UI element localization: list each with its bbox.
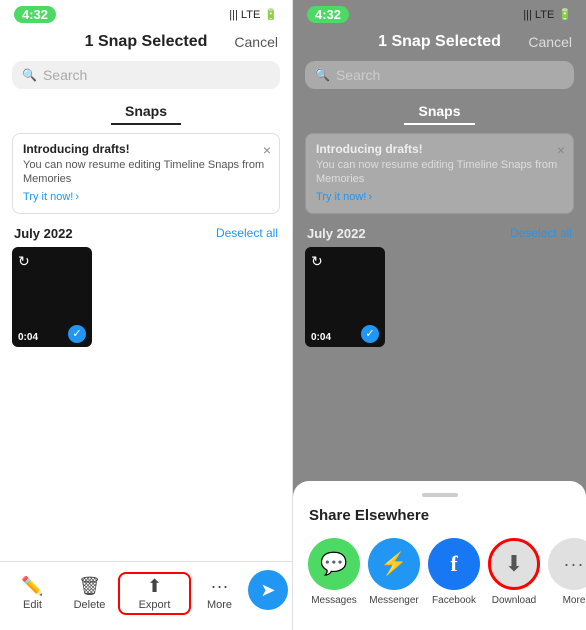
toolbar-left: ✏️ Edit 🗑 Delete ⬆ Export ··· More ➤ bbox=[0, 561, 292, 630]
left-panel: 4:32 ||| LTE 🔋 1 Snap Selected Cancel 🔍 … bbox=[0, 0, 293, 630]
notice-close-left[interactable]: × bbox=[263, 142, 271, 158]
snap-duration-left: 0:04 bbox=[18, 332, 38, 343]
battery-icon-right: 🔋 bbox=[558, 8, 572, 21]
messenger-icon: ⚡ bbox=[368, 538, 420, 590]
share-icons-row: 💬 Messages ⚡ Messenger f Facebook ⬇ bbox=[309, 538, 570, 606]
download-icon: ⬇ bbox=[488, 538, 540, 590]
notice-card-left: × Introducing drafts! You can now resume… bbox=[12, 133, 280, 214]
notice-link-right[interactable]: Try it now! › bbox=[316, 191, 372, 203]
status-bar-left: 4:32 ||| LTE 🔋 bbox=[0, 0, 292, 27]
signal-icon-left: ||| LTE bbox=[229, 9, 260, 21]
deselect-all-right[interactable]: Deselect all bbox=[510, 226, 572, 240]
tabs-right: Snaps bbox=[293, 93, 586, 127]
search-icon-left: 🔍 bbox=[22, 68, 37, 82]
notice-body-right: You can now resume editing Timeline Snap… bbox=[316, 158, 563, 187]
cancel-button-left[interactable]: Cancel bbox=[234, 34, 278, 50]
snap-check-left bbox=[68, 325, 86, 343]
notice-link-left[interactable]: Try it now! › bbox=[23, 191, 79, 203]
snap-refresh-right: ↻ bbox=[311, 253, 323, 270]
share-sheet: Share Elsewhere 💬 Messages ⚡ Messenger f… bbox=[293, 481, 586, 630]
section-header-left: July 2022 Deselect all bbox=[0, 220, 292, 247]
snap-refresh-left: ↻ bbox=[18, 253, 30, 270]
section-title-right: July 2022 bbox=[307, 226, 366, 241]
search-bar-left[interactable]: 🔍 Search bbox=[12, 61, 280, 89]
search-icon-right: 🔍 bbox=[315, 68, 330, 82]
header-right: 1 Snap Selected Cancel bbox=[293, 27, 586, 57]
more-button-left[interactable]: ··· More bbox=[191, 576, 248, 611]
tab-snaps-right[interactable]: Snaps bbox=[404, 99, 474, 125]
snap-item-left[interactable]: ↻ 0:04 bbox=[12, 247, 92, 347]
notice-title-left: Introducing drafts! bbox=[23, 142, 269, 156]
send-icon-left: ➤ bbox=[260, 580, 275, 601]
notice-body-left: You can now resume editing Timeline Snap… bbox=[23, 158, 269, 187]
more-icon-left: ··· bbox=[211, 576, 229, 597]
edit-icon: ✏️ bbox=[21, 576, 43, 597]
send-button-left[interactable]: ➤ bbox=[248, 570, 288, 610]
section-header-right: July 2022 Deselect all bbox=[293, 220, 586, 247]
status-icons-left: ||| LTE 🔋 bbox=[229, 8, 278, 21]
tab-snaps-left[interactable]: Snaps bbox=[111, 99, 181, 125]
section-title-left: July 2022 bbox=[14, 226, 73, 241]
more-icon: ··· bbox=[548, 538, 586, 590]
header-title-right: 1 Snap Selected bbox=[378, 33, 501, 51]
more-label: More bbox=[563, 595, 586, 606]
search-placeholder-left: Search bbox=[43, 67, 87, 83]
deselect-all-left[interactable]: Deselect all bbox=[216, 226, 278, 240]
edit-label: Edit bbox=[23, 599, 42, 611]
notice-close-right[interactable]: × bbox=[557, 142, 565, 158]
more-label-left: More bbox=[207, 599, 232, 611]
messages-label: Messages bbox=[311, 595, 357, 606]
delete-button[interactable]: 🗑 Delete bbox=[61, 576, 118, 611]
status-time-left: 4:32 bbox=[14, 6, 56, 23]
notice-card-right: × Introducing drafts! You can now resume… bbox=[305, 133, 574, 214]
facebook-label: Facebook bbox=[432, 595, 476, 606]
header-title-left: 1 Snap Selected bbox=[85, 33, 208, 51]
snap-grid-left: ↻ 0:04 bbox=[0, 247, 292, 561]
export-icon: ⬆ bbox=[147, 576, 162, 597]
battery-icon-left: 🔋 bbox=[264, 8, 278, 21]
sheet-title: Share Elsewhere bbox=[309, 507, 570, 524]
snap-check-right bbox=[361, 325, 379, 343]
status-time-right: 4:32 bbox=[307, 6, 349, 23]
share-more[interactable]: ··· More bbox=[549, 538, 586, 606]
edit-button[interactable]: ✏️ Edit bbox=[4, 576, 61, 611]
share-download[interactable]: ⬇ Download bbox=[489, 538, 539, 606]
notice-title-right: Introducing drafts! bbox=[316, 142, 563, 156]
snap-item-right[interactable]: ↻ 0:04 bbox=[305, 247, 385, 347]
messenger-label: Messenger bbox=[369, 595, 418, 606]
status-icons-right: ||| LTE 🔋 bbox=[523, 8, 572, 21]
header-left: 1 Snap Selected Cancel bbox=[0, 27, 292, 57]
export-label: Export bbox=[139, 599, 171, 611]
download-label: Download bbox=[492, 595, 536, 606]
snap-duration-right: 0:04 bbox=[311, 332, 331, 343]
cancel-button-right[interactable]: Cancel bbox=[528, 34, 572, 50]
delete-icon: 🗑 bbox=[78, 576, 101, 597]
right-panel: 4:32 ||| LTE 🔋 1 Snap Selected Cancel 🔍 … bbox=[293, 0, 586, 630]
search-bar-right[interactable]: 🔍 Search bbox=[305, 61, 574, 89]
facebook-icon: f bbox=[428, 538, 480, 590]
tabs-left: Snaps bbox=[0, 93, 292, 127]
share-facebook[interactable]: f Facebook bbox=[429, 538, 479, 606]
messages-icon: 💬 bbox=[308, 538, 360, 590]
share-messages[interactable]: 💬 Messages bbox=[309, 538, 359, 606]
delete-label: Delete bbox=[74, 599, 106, 611]
export-button[interactable]: ⬆ Export bbox=[118, 572, 191, 615]
status-bar-right: 4:32 ||| LTE 🔋 bbox=[293, 0, 586, 27]
sheet-handle bbox=[422, 493, 458, 497]
search-placeholder-right: Search bbox=[336, 67, 380, 83]
signal-icon-right: ||| LTE bbox=[523, 9, 554, 21]
share-messenger[interactable]: ⚡ Messenger bbox=[369, 538, 419, 606]
